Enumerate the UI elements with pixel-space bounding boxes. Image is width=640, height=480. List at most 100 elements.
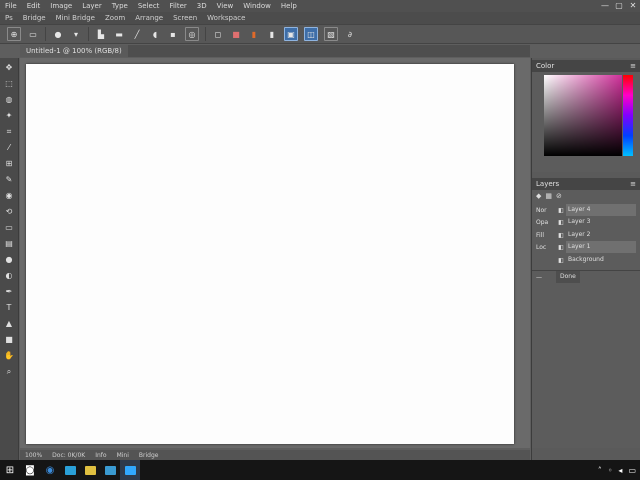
layer-row[interactable]: Fill ◧ Layer 2 [532, 229, 636, 241]
browser-icon[interactable]: ◉ [40, 460, 60, 480]
align-icon[interactable]: ▣ [284, 27, 298, 41]
history-brush-tool-icon[interactable]: ⟲ [3, 206, 15, 218]
visibility-icon[interactable]: ◧ [556, 207, 566, 214]
move-icon[interactable]: ⊕ [7, 27, 21, 41]
zoom-tool-icon[interactable]: ⌕ [3, 366, 15, 378]
marquee-tool-icon[interactable]: ⬚ [3, 78, 15, 90]
divider [88, 27, 89, 41]
move-tool-icon[interactable]: ✥ [3, 62, 15, 74]
mini-bridge-button[interactable]: Mini Bridge [51, 12, 100, 24]
lasso-tool-icon[interactable]: ◍ [3, 94, 15, 106]
close-button[interactable]: ✕ [626, 0, 640, 12]
warp-icon[interactable]: ∂ [344, 28, 356, 40]
grid-icon[interactable]: ▦ [545, 192, 552, 200]
app-icon-2[interactable] [100, 460, 120, 480]
eraser-icon[interactable]: ▬ [113, 28, 125, 40]
divider [45, 27, 46, 41]
menu-3d[interactable]: 3D [192, 0, 212, 12]
menu-image[interactable]: Image [45, 0, 77, 12]
distribute-icon[interactable]: ◫ [304, 27, 318, 41]
color-panel-header[interactable]: Color ≡ [532, 60, 640, 72]
color-picker-field[interactable] [544, 75, 622, 156]
layers-panel-header[interactable]: Layers ≡ [532, 178, 640, 190]
search-icon[interactable]: ◙ [20, 460, 40, 480]
fill-icon[interactable]: ▮ [266, 28, 278, 40]
document-tab[interactable]: Untitled-1 @ 100% (RGB/8) [20, 45, 128, 57]
lock-icon[interactable]: ⊘ [556, 192, 562, 200]
lasso-icon[interactable]: ● [52, 28, 64, 40]
eyedropper-tool-icon[interactable]: ⁄ [3, 142, 15, 154]
layer-row[interactable]: Nor ◧ Layer 4 [532, 204, 636, 216]
layers-panel-title: Layers [536, 180, 560, 188]
app-icon[interactable] [80, 460, 100, 480]
brush-icon[interactable]: ▙ [95, 28, 107, 40]
menu-file[interactable]: File [0, 0, 22, 12]
layer-row[interactable]: ◧ Background [532, 254, 636, 266]
menu-window[interactable]: Window [238, 0, 276, 12]
network-icon[interactable]: ◦ [608, 466, 613, 475]
collapse-icon[interactable]: — [532, 274, 556, 281]
menu-select[interactable]: Select [133, 0, 165, 12]
hand-icon[interactable]: ■ [230, 28, 242, 40]
clone-tool-icon[interactable]: ◉ [3, 190, 15, 202]
menu-filter[interactable]: Filter [164, 0, 191, 12]
dodge-tool-icon[interactable]: ◐ [3, 270, 15, 282]
menu-edit[interactable]: Edit [22, 0, 46, 12]
crop-icon[interactable]: ▾ [70, 28, 82, 40]
workspace-button[interactable]: Workspace [202, 12, 250, 24]
document-canvas[interactable] [26, 64, 514, 444]
shape-icon[interactable]: ◎ [185, 27, 199, 41]
type-tool-icon[interactable]: T [3, 302, 15, 314]
layer-row[interactable]: Loc ◧ Layer 1 [532, 241, 636, 253]
transform-icon[interactable]: ▧ [324, 27, 338, 41]
menu-type[interactable]: Type [107, 0, 133, 12]
filter-icon[interactable]: ◆ [536, 192, 541, 200]
minimize-button[interactable]: — [598, 0, 612, 12]
menu-view[interactable]: View [212, 0, 239, 12]
path-select-tool-icon[interactable]: ▲ [3, 318, 15, 330]
panel-menu-icon[interactable]: ≡ [630, 180, 636, 188]
screen-mode-button[interactable]: Screen [168, 12, 202, 24]
windows-icon[interactable]: ⊞ [0, 460, 20, 480]
notification-icon[interactable]: ▭ [628, 466, 636, 475]
hue-slider[interactable] [623, 75, 633, 156]
menu-help[interactable]: Help [276, 0, 302, 12]
menu-layer[interactable]: Layer [77, 0, 107, 12]
healing-tool-icon[interactable]: ⊞ [3, 158, 15, 170]
brush-tool-icon[interactable]: ✎ [3, 174, 15, 186]
arrange-button[interactable]: Arrange [130, 12, 168, 24]
stop-icon[interactable]: ▮ [248, 28, 260, 40]
chevron-up-icon[interactable]: ˄ [598, 466, 602, 475]
visibility-icon[interactable]: ◧ [556, 219, 566, 226]
blur-tool-icon[interactable]: ● [3, 254, 15, 266]
panel-menu-icon[interactable]: ≡ [630, 62, 636, 70]
bridge-button[interactable]: Bridge [18, 12, 51, 24]
gradient-icon[interactable]: ╱ [131, 28, 143, 40]
zoom-button[interactable]: Zoom [100, 12, 130, 24]
pen-tool-icon[interactable]: ✒ [3, 286, 15, 298]
pen-icon[interactable]: ◖ [149, 28, 161, 40]
crop-tool-icon[interactable]: ⌗ [3, 126, 15, 138]
magic-wand-tool-icon[interactable]: ✦ [3, 110, 15, 122]
maximize-button[interactable]: ▢ [612, 0, 626, 12]
volume-icon[interactable]: ◂ [618, 466, 622, 475]
layer-row[interactable]: Opa ◧ Layer 3 [532, 216, 636, 228]
visibility-icon[interactable]: ◧ [556, 244, 566, 251]
zoom-level[interactable]: 100% [20, 452, 47, 459]
shape-tool-icon[interactable]: ■ [3, 334, 15, 346]
layer-blend-label: Nor [536, 206, 547, 214]
status-mini[interactable]: Mini [112, 452, 134, 459]
eraser-tool-icon[interactable]: ▭ [3, 222, 15, 234]
folder-icon[interactable] [60, 460, 80, 480]
zoom-icon[interactable]: ◻ [212, 28, 224, 40]
hand-tool-icon[interactable]: ✋ [3, 350, 15, 362]
status-bridge[interactable]: Bridge [134, 452, 164, 459]
photoshop-icon[interactable] [120, 460, 140, 480]
status-info[interactable]: Info [90, 452, 111, 459]
visibility-icon[interactable]: ◧ [556, 232, 566, 239]
type-icon[interactable]: ▪ [167, 28, 179, 40]
layers-footer-label[interactable]: Done [556, 271, 580, 283]
gradient-tool-icon[interactable]: ▤ [3, 238, 15, 250]
visibility-icon[interactable]: ◧ [556, 257, 566, 264]
marquee-icon[interactable]: ▭ [27, 28, 39, 40]
